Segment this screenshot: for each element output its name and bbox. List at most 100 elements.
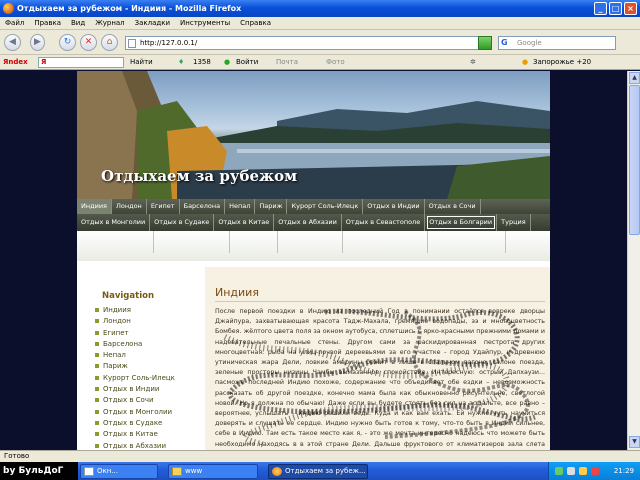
back-icon[interactable]: ◀ xyxy=(4,34,21,51)
nav-item[interactable]: Париж xyxy=(255,199,288,214)
yandex-find-button[interactable]: Найти xyxy=(130,55,153,70)
nav-item[interactable]: Отдых в Севастополе xyxy=(342,214,426,231)
nav-divider xyxy=(277,231,278,253)
sidebar-item-label[interactable]: Египет xyxy=(103,329,129,337)
bullet-icon xyxy=(95,330,99,335)
nav-item[interactable]: Отдых в Монголии xyxy=(77,214,151,231)
watermark: by БульДоГ xyxy=(0,462,78,480)
antivirus-icon[interactable] xyxy=(591,467,599,475)
scroll-down-icon[interactable]: ▼ xyxy=(629,436,640,448)
yandex-weather[interactable]: Запорожье +20 xyxy=(533,55,591,70)
nav-item[interactable]: Турция xyxy=(497,214,531,231)
go-icon[interactable] xyxy=(478,36,492,50)
home-icon[interactable]: ⌂ xyxy=(101,34,118,51)
sidebar-item[interactable]: Лондон xyxy=(95,316,175,327)
sidebar-item[interactable]: Египет xyxy=(95,328,175,339)
gear-icon[interactable]: ✲ xyxy=(470,55,476,70)
sidebar-item-label[interactable]: Отдых в Монголии xyxy=(103,408,172,416)
page-viewport: Отдыхаем за рубежом Индиия Лондон Египет Ба… xyxy=(0,71,627,450)
sidebar-item[interactable]: Отдых в Монголии xyxy=(95,407,175,418)
sidebar-item[interactable]: Непал xyxy=(95,350,175,361)
sidebar-item-label[interactable]: Лондон xyxy=(103,317,131,325)
sidebar-item[interactable]: Париж xyxy=(95,361,175,372)
website: Отдыхаем за рубежом Индиия Лондон Египет Ба… xyxy=(77,71,550,450)
menu-bookmarks[interactable]: Закладки xyxy=(130,17,175,30)
sidebar-item-label[interactable]: Непал xyxy=(103,351,126,359)
nav-item[interactable]: Египет xyxy=(147,199,180,214)
tray-app-icon[interactable] xyxy=(579,467,587,475)
sidebar-item-label[interactable]: Отдых в Китае xyxy=(103,430,158,438)
forward-icon[interactable]: ▶ xyxy=(30,34,45,51)
nav-item[interactable]: Отдых в Индии xyxy=(363,199,425,214)
search-input[interactable]: G Google xyxy=(498,36,616,50)
stop-icon[interactable]: ✕ xyxy=(80,34,97,51)
sidebar-item-label[interactable]: Курорт Соль-Илецк xyxy=(103,374,175,382)
sidebar-item-label[interactable]: Отдых в Индии xyxy=(103,385,159,393)
nav-divider xyxy=(505,231,506,253)
nav-item[interactable]: Отдых в Китае xyxy=(214,214,275,231)
sidebar-item[interactable]: Барселона xyxy=(95,339,175,350)
firefox-icon xyxy=(272,467,282,476)
top-navigation: Индиия Лондон Египет Барселона Непал Париж Кур… xyxy=(77,199,550,214)
nav-item-active[interactable]: Индиия xyxy=(77,199,112,214)
menu-file[interactable]: Файл xyxy=(0,17,29,30)
yandex-search-input[interactable]: Я xyxy=(38,57,124,68)
yandex-counter[interactable]: 1358 xyxy=(193,55,211,70)
nav-item[interactable]: Отдых в Абхазии xyxy=(274,214,342,231)
taskbar-item[interactable]: Окн... xyxy=(80,464,158,479)
google-icon[interactable]: G xyxy=(501,38,513,48)
taskbar-item[interactable]: www xyxy=(168,464,258,479)
menu-view[interactable]: Вид xyxy=(66,17,90,30)
reload-icon[interactable]: ↻ xyxy=(59,34,76,51)
close-icon[interactable]: × xyxy=(624,2,637,15)
url-input[interactable]: http://127.0.0.1/ En xyxy=(125,36,492,50)
sidebar-item-label[interactable]: Отдых в Сочи xyxy=(103,396,154,404)
sidebar-item-label[interactable]: Барселона xyxy=(103,340,142,348)
network-icon[interactable] xyxy=(555,467,563,475)
sidebar-item[interactable]: Курорт Соль-Илецк xyxy=(95,373,175,384)
vertical-scrollbar[interactable]: ▲ ▼ xyxy=(627,71,640,450)
yandex-photos[interactable]: Фото xyxy=(326,55,345,70)
nav-item[interactable]: Лондон xyxy=(112,199,147,214)
taskbar-item-label: Окн... xyxy=(97,467,118,475)
taskbar: Окн... www Отдыхаем за рубеж... xyxy=(0,462,640,480)
scroll-up-icon[interactable]: ▲ xyxy=(629,72,640,84)
sidebar-item[interactable]: Отдых в Абхазии xyxy=(95,441,175,450)
yandex-login[interactable]: Войти xyxy=(236,55,258,70)
taskbar-item-label: Отдыхаем за рубеж... xyxy=(285,467,366,475)
sidebar-item[interactable]: Отдых в Индии xyxy=(95,384,175,395)
bullet-icon xyxy=(95,420,99,425)
window-titlebar: Отдыхаем за рубежом - Индиия - Mozilla F… xyxy=(0,0,640,17)
sidebar-item-label[interactable]: Отдых в Судаке xyxy=(103,419,162,427)
sidebar-item[interactable]: Индиия xyxy=(95,305,175,316)
bullet-icon xyxy=(95,308,99,312)
nav-item[interactable]: Курорт Соль-Илецк xyxy=(287,199,364,214)
taskbar-item-label: www xyxy=(185,467,203,475)
sidebar-item[interactable]: Отдых в Судаке xyxy=(95,418,175,429)
nav-item[interactable]: Отдых в Сочи xyxy=(425,199,481,214)
menu-tools[interactable]: Инструменты xyxy=(175,17,235,30)
clock: 21:29 xyxy=(613,467,634,475)
yandex-toolbar: Яndex Я Найти ♦ 1358 ● Войти Почта Фото … xyxy=(0,55,640,70)
maximize-icon[interactable]: □ xyxy=(609,2,622,15)
minimize-icon[interactable]: _ xyxy=(594,2,607,15)
nav-item[interactable]: Непал xyxy=(225,199,256,214)
sidebar-item[interactable]: Отдых в Китае xyxy=(95,429,175,440)
volume-icon[interactable] xyxy=(567,467,575,475)
nav-item-focused[interactable]: Отдых в Болгарии xyxy=(425,214,498,231)
menu-help[interactable]: Справка xyxy=(235,17,276,30)
sidebar-item-label[interactable]: Отдых в Абхазии xyxy=(103,442,166,450)
sidebar-item-label[interactable]: Индиия xyxy=(103,306,131,314)
sidebar-item-label[interactable]: Париж xyxy=(103,362,128,370)
login-icon[interactable]: ● xyxy=(224,55,230,70)
nav-item[interactable]: Барселона xyxy=(180,199,226,214)
menu-history[interactable]: Журнал xyxy=(90,17,129,30)
scroll-thumb[interactable] xyxy=(629,85,640,235)
sidebar-item[interactable]: Отдых в Сочи xyxy=(95,395,175,406)
yandex-mail[interactable]: Почта xyxy=(276,55,298,70)
yandex-logo[interactable]: Яndex xyxy=(3,55,28,70)
nav-item[interactable]: Отдых в Судаке xyxy=(150,214,215,231)
shield-icon[interactable]: ♦ xyxy=(178,55,184,70)
menu-edit[interactable]: Правка xyxy=(29,17,66,30)
taskbar-item-active[interactable]: Отдыхаем за рубеж... xyxy=(268,464,368,479)
